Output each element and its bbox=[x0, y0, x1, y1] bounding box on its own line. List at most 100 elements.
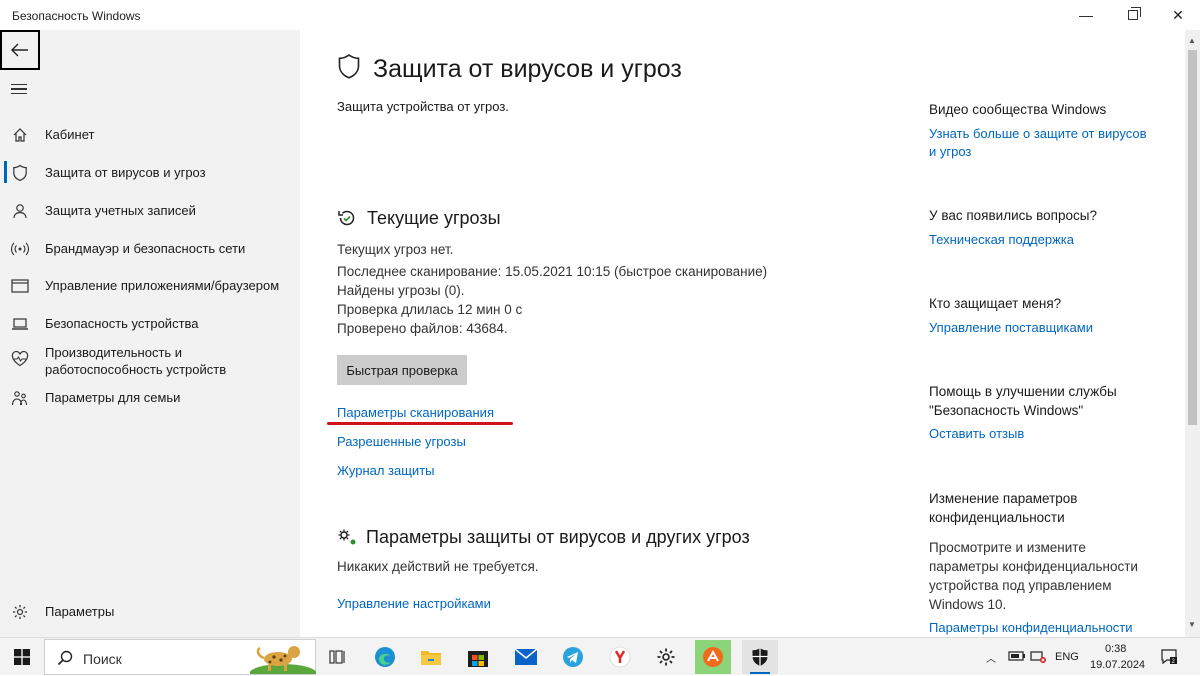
manage-settings-link[interactable]: Управление настройками bbox=[337, 595, 491, 613]
maximize-button[interactable] bbox=[1110, 0, 1156, 30]
sidebar-item-label: Брандмауэр и безопасность сети bbox=[45, 241, 246, 256]
community-videos-title: Видео сообщества Windows bbox=[929, 102, 1107, 117]
home-icon bbox=[11, 126, 29, 144]
back-arrow-icon bbox=[11, 43, 28, 57]
sidebar-item-label: Параметры bbox=[45, 604, 115, 619]
annotation-underline bbox=[327, 422, 513, 425]
title-bar: Безопасность Windows — ✕ bbox=[0, 0, 1200, 30]
sidebar-item-label: Производительность и работоспособность у… bbox=[45, 345, 227, 377]
feedback-link[interactable]: Оставить отзыв bbox=[929, 425, 1169, 443]
taskbar-search[interactable]: Поиск bbox=[44, 639, 316, 675]
sidebar-item-label: Параметры для семьи bbox=[45, 390, 181, 405]
taskbar-store[interactable] bbox=[460, 640, 496, 674]
files-checked-line: Проверено файлов: 43684. bbox=[337, 321, 508, 336]
scan-refresh-icon bbox=[337, 208, 357, 233]
sidebar-item-label: Защита от вирусов и угроз bbox=[45, 165, 206, 180]
clock-time[interactable]: 0:38 bbox=[1105, 643, 1126, 655]
window-title: Безопасность Windows bbox=[12, 9, 141, 23]
privacy-settings-link[interactable]: Параметры конфиденциальности bbox=[929, 619, 1169, 637]
scan-options-link[interactable]: Параметры сканирования bbox=[337, 404, 494, 422]
task-view-icon bbox=[329, 650, 345, 664]
close-icon: ✕ bbox=[1172, 6, 1184, 23]
settings-gears-icon bbox=[337, 528, 359, 553]
protection-history-link[interactable]: Журнал защиты bbox=[337, 462, 435, 480]
windows-security-icon bbox=[752, 648, 768, 666]
last-scan-line: Последнее сканирование: 15.05.2021 10:15… bbox=[337, 264, 768, 279]
family-icon bbox=[11, 389, 29, 407]
protection-settings-status: Никаких действий не требуется. bbox=[337, 559, 539, 574]
settings-gear-icon bbox=[657, 648, 675, 666]
sidebar: Кабинет Защита от вирусов и угроз Защита… bbox=[0, 30, 300, 637]
back-button[interactable] bbox=[0, 30, 40, 70]
start-button[interactable] bbox=[0, 638, 44, 676]
sidebar-item-label: Кабинет bbox=[45, 127, 95, 142]
sidebar-item-label: Защита учетных записей bbox=[45, 203, 196, 218]
restore-icon bbox=[1128, 7, 1141, 20]
tray-expand-icon[interactable]: ︿ bbox=[986, 650, 996, 665]
taskbar-yandex[interactable] bbox=[602, 640, 638, 674]
help-improve-title: Помощь в улучшении службы "Безопасность … bbox=[929, 384, 1117, 418]
taskbar-file-explorer[interactable] bbox=[413, 640, 449, 674]
manage-providers-link[interactable]: Управление поставщиками bbox=[929, 319, 1169, 337]
privacy-title: Изменение параметров конфиденциальности bbox=[929, 491, 1078, 525]
sidebar-item-label: Управление приложениями/браузером bbox=[45, 278, 280, 293]
hamburger-icon[interactable] bbox=[11, 84, 27, 96]
current-threats-title: Текущие угрозы bbox=[367, 208, 501, 228]
close-button[interactable]: ✕ bbox=[1155, 0, 1200, 30]
notifications-icon[interactable]: 2 bbox=[1160, 648, 1178, 666]
shield-icon bbox=[11, 164, 29, 182]
edge-icon bbox=[375, 647, 395, 667]
search-highlight-leopard-icon bbox=[250, 646, 316, 674]
scan-duration-line: Проверка длилась 12 мин 0 с bbox=[337, 302, 523, 317]
scrollbar[interactable]: ▲ ▼ bbox=[1185, 30, 1200, 637]
clock-date[interactable]: 19.07.2024 bbox=[1090, 659, 1145, 671]
allowed-threats-link[interactable]: Разрешенные угрозы bbox=[337, 433, 466, 451]
page-subtitle: Защита устройства от угроз. bbox=[337, 99, 509, 114]
laptop-icon bbox=[11, 315, 29, 333]
app-window-icon bbox=[11, 277, 29, 295]
learn-more-link[interactable]: Узнать больше о защите от вирусов и угро… bbox=[929, 125, 1154, 161]
threat-status-line: Текущих угроз нет. bbox=[337, 242, 454, 257]
quick-scan-button[interactable]: Быстрая проверка bbox=[337, 355, 467, 385]
sidebar-item-label: Безопасность устройства bbox=[45, 316, 199, 331]
taskbar: Поиск ︿ ENG 0:38 19.07.2024 2 bbox=[0, 637, 1200, 675]
main-content: Защита от вирусов и угроз Защита устройс… bbox=[300, 30, 1185, 637]
taskbar-avast[interactable] bbox=[695, 640, 731, 674]
taskbar-edge[interactable] bbox=[367, 640, 403, 674]
yandex-browser-icon bbox=[609, 646, 631, 668]
mail-icon bbox=[514, 648, 538, 665]
taskbar-settings[interactable] bbox=[648, 640, 684, 674]
scroll-thumb[interactable] bbox=[1188, 50, 1197, 425]
privacy-description: Просмотрите и измените параметры конфиде… bbox=[929, 540, 1138, 612]
search-placeholder: Поиск bbox=[83, 651, 122, 667]
taskbar-windows-security[interactable] bbox=[742, 640, 778, 674]
gear-icon bbox=[11, 603, 29, 621]
file-explorer-icon bbox=[421, 651, 441, 665]
minimize-icon: — bbox=[1079, 7, 1093, 23]
heart-icon bbox=[11, 350, 29, 368]
scroll-up-icon[interactable]: ▲ bbox=[1188, 36, 1196, 45]
scroll-down-icon[interactable]: ▼ bbox=[1188, 620, 1196, 629]
taskbar-telegram[interactable] bbox=[555, 640, 591, 674]
shield-icon bbox=[337, 53, 361, 86]
person-icon bbox=[11, 202, 29, 220]
network-icon[interactable] bbox=[1030, 650, 1046, 664]
minimize-button[interactable]: — bbox=[1063, 0, 1109, 30]
active-indicator bbox=[4, 161, 7, 183]
who-protects-title: Кто защищает меня? bbox=[929, 296, 1062, 311]
tech-support-link[interactable]: Техническая поддержка bbox=[929, 231, 1169, 249]
telegram-icon bbox=[563, 647, 583, 667]
taskbar-mail[interactable] bbox=[508, 640, 544, 674]
battery-icon[interactable] bbox=[1008, 650, 1026, 662]
avast-icon bbox=[703, 647, 723, 667]
page-title: Защита от вирусов и угроз bbox=[373, 55, 682, 83]
microsoft-store-icon bbox=[468, 651, 488, 667]
protection-settings-title: Параметры защиты от вирусов и других угр… bbox=[366, 527, 750, 547]
questions-title: У вас появились вопросы? bbox=[929, 208, 1097, 223]
language-indicator[interactable]: ENG bbox=[1055, 651, 1079, 663]
wifi-icon bbox=[11, 240, 29, 258]
search-icon bbox=[57, 650, 73, 666]
threats-found-line: Найдены угрозы (0). bbox=[337, 283, 465, 298]
windows-logo-icon bbox=[14, 649, 30, 665]
task-view-button[interactable] bbox=[320, 640, 356, 674]
